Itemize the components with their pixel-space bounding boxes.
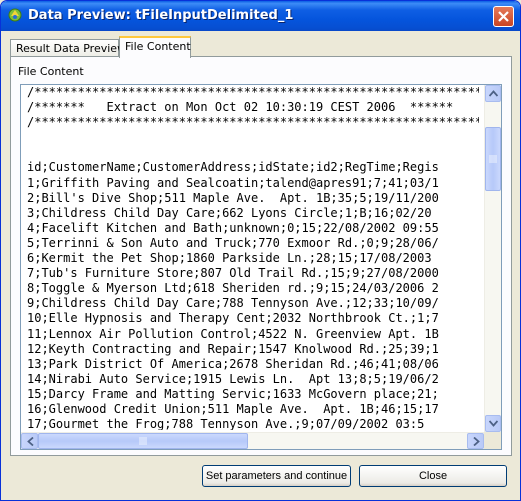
panel-label: File Content <box>18 65 84 78</box>
file-content-panel: File Content /**************************… <box>10 56 512 456</box>
close-window-button[interactable] <box>493 6 514 27</box>
file-content-line: 12;Keyth Contracting and Repair;1547 Kno… <box>27 341 439 356</box>
vertical-scroll-thumb[interactable] <box>485 127 501 191</box>
tab-result-data-preview[interactable]: Result Data Preview <box>10 39 126 57</box>
scroll-right-button[interactable] <box>467 433 484 449</box>
file-content-line: /***************************************… <box>27 115 479 130</box>
arrow-left-icon <box>27 437 34 446</box>
grip-icon <box>489 155 497 163</box>
file-content-line: 6;Kermit the Pet Shop;1860 Parkside Ln.;… <box>27 251 432 266</box>
file-content-line: 16;Glenwood Credit Union;511 Maple Ave. … <box>27 401 439 416</box>
file-content-line: 2;Bill's Dive Shop;511 Maple Ave. Apt. 1… <box>27 190 439 205</box>
close-icon <box>498 11 509 22</box>
scroll-up-button[interactable] <box>485 85 501 102</box>
file-content-line <box>27 130 479 145</box>
scroll-left-button[interactable] <box>21 433 38 449</box>
title-bar[interactable]: Data Preview: tFileInputDelimited_1 <box>1 1 520 31</box>
file-content-line: 4;Facelift Kitchen and Bath;unknown;0;15… <box>27 220 439 235</box>
horizontal-scrollbar[interactable] <box>21 432 484 449</box>
file-content-line: /***************************************… <box>27 85 479 99</box>
file-content-text[interactable]: /***************************************… <box>27 85 479 430</box>
file-content-line: 13;Park District Of America;2678 Sherida… <box>27 356 439 371</box>
tab-label: File Content <box>125 40 191 53</box>
file-content-line: 7;Tub's Furniture Store;807 Old Trail Rd… <box>27 266 439 281</box>
file-content-line: 5;Terrinni & Son Auto and Truck;770 Exmo… <box>27 235 439 250</box>
file-content-line: /******* Extract on Mon Oct 02 10:30:19 … <box>27 100 454 115</box>
set-parameters-button[interactable]: Set parameters and continue <box>202 465 351 487</box>
file-content-line: 10;Elle Hypnosis and Therapy Cent;2032 N… <box>27 311 439 326</box>
tab-label: Result Data Preview <box>16 42 127 55</box>
file-content-line: 17;Gourmet the Frog;788 Tennyson Ave.;9;… <box>27 417 425 430</box>
vertical-scrollbar[interactable] <box>484 85 501 432</box>
arrow-right-icon <box>473 437 480 446</box>
arrow-up-icon <box>489 90 498 97</box>
grip-icon <box>139 437 147 445</box>
file-content-line: 9;Childress Child Day Care;788 Tennyson … <box>27 296 439 311</box>
file-content-line: 3;Childress Child Day Care;662 Lyons Cir… <box>27 205 432 220</box>
file-content-textarea[interactable]: /***************************************… <box>20 84 502 450</box>
scrollbar-corner <box>484 432 501 449</box>
dialog-window: Data Preview: tFileInputDelimited_1 Resu… <box>0 0 521 501</box>
horizontal-scroll-thumb[interactable] <box>38 433 248 449</box>
file-content-line: 14;Nirabi Auto Service;1915 Lewis Ln. Ap… <box>27 371 439 386</box>
file-content-line: id;CustomerName;CustomerAddress;idState;… <box>27 160 439 175</box>
scroll-down-button[interactable] <box>485 415 501 432</box>
file-content-line: 8;Toggle & Myerson Ltd;618 Sheriden rd.;… <box>27 281 439 296</box>
close-button[interactable]: Close <box>359 465 507 487</box>
window-title: Data Preview: tFileInputDelimited_1 <box>28 8 294 23</box>
file-content-line: 15;Darcy Frame and Matting Servic;1633 M… <box>27 386 439 401</box>
tab-file-content[interactable]: File Content <box>119 36 191 58</box>
arrow-down-icon <box>489 420 498 427</box>
file-content-line: 1;Griffith Paving and Sealcoatin;talend@… <box>27 175 439 190</box>
talend-app-icon <box>8 8 22 22</box>
file-content-line: 11;Lennox Air Pollution Control;4522 N. … <box>27 326 439 341</box>
file-content-line <box>27 145 479 160</box>
